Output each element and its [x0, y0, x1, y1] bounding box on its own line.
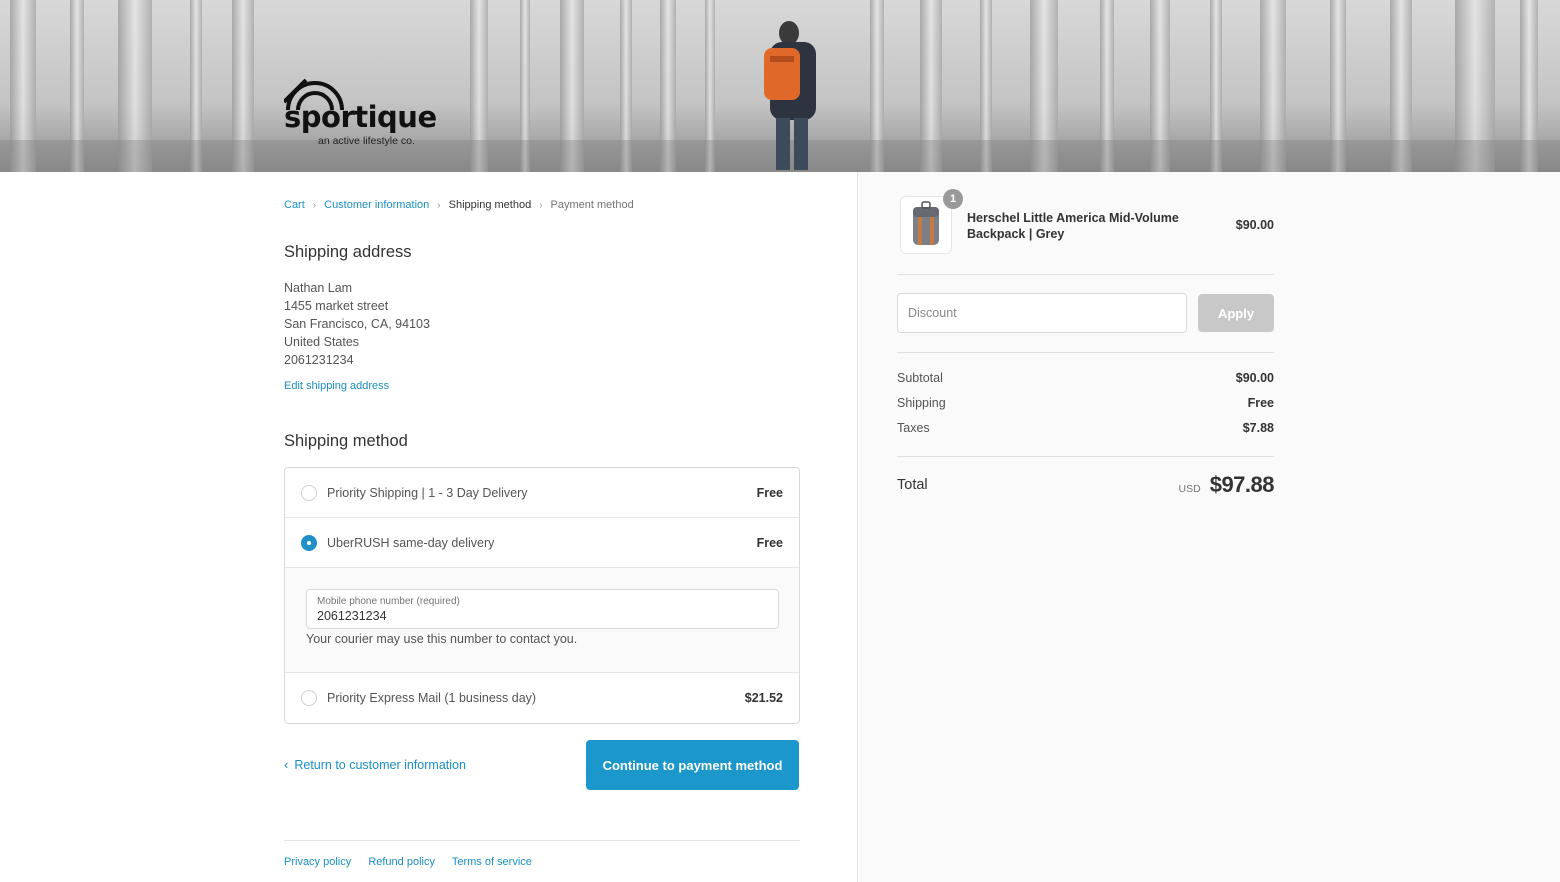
uberrush-phone-panel: Mobile phone number (required) 206123123…	[285, 568, 799, 673]
chevron-left-icon: ‹	[284, 757, 289, 772]
subtotal-row: Subtotal $90.00	[897, 371, 1274, 385]
footer-links: Privacy policy Refund policy Terms of se…	[284, 856, 546, 868]
chevron-right-icon: ›	[312, 200, 317, 211]
breadcrumb-cart[interactable]: Cart	[284, 199, 305, 211]
taxes-row: Taxes $7.88	[897, 421, 1274, 435]
discount-input[interactable]: Discount	[897, 293, 1187, 333]
shipping-method-title: Shipping method	[284, 432, 408, 450]
mobile-phone-label: Mobile phone number (required)	[317, 596, 460, 607]
chevron-right-icon: ›	[539, 200, 543, 211]
shipping-row: Shipping Free	[897, 396, 1274, 410]
taxes-label: Taxes	[897, 421, 930, 435]
terms-of-service-link[interactable]: Terms of service	[452, 856, 532, 868]
mobile-phone-input[interactable]: Mobile phone number (required) 206123123…	[306, 589, 779, 629]
product-name: Herschel Little America Mid-Volume Backp…	[967, 211, 1179, 241]
return-link-label: Return to customer information	[294, 758, 466, 772]
address-phone: 2061231234	[284, 353, 354, 367]
total-currency: USD	[1178, 483, 1201, 495]
radio-button[interactable]	[301, 484, 317, 501]
privacy-policy-link[interactable]: Privacy policy	[284, 856, 351, 868]
address-name: Nathan Lam	[284, 281, 353, 295]
total-label: Total	[897, 477, 928, 493]
logo-tagline: an active lifestyle co.	[318, 135, 415, 147]
shipping-option-label: Priority Shipping | 1 - 3 Day Delivery	[327, 485, 528, 500]
footer-divider	[284, 840, 800, 841]
shipping-option-label: Priority Express Mail (1 business day)	[327, 691, 537, 705]
shipping-address-block: Nathan Lam 1455 market street San Franci…	[284, 279, 430, 369]
shipping-option-express[interactable]: Priority Express Mail (1 business day) $…	[285, 673, 799, 723]
shipping-address-title: Shipping address	[284, 243, 412, 261]
subtotal-label: Subtotal	[897, 371, 943, 385]
total-amount: $97.88	[1209, 472, 1275, 497]
shipping-option-label: UberRUSH same-day delivery	[327, 535, 495, 550]
divider	[897, 274, 1274, 275]
shipping-option-price: Free	[756, 485, 783, 500]
return-to-customer-information-link[interactable]: ‹ Return to customer information	[284, 757, 466, 772]
radio-button[interactable]	[301, 690, 317, 706]
breadcrumb-payment-method: Payment method	[550, 199, 634, 211]
taxes-value: $7.88	[1242, 421, 1274, 435]
forest-banner-image	[0, 0, 1560, 172]
divider	[897, 352, 1274, 353]
divider	[897, 456, 1274, 457]
shipping-value: Free	[1247, 396, 1274, 410]
shipping-option-price: Free	[756, 535, 783, 550]
refund-policy-link[interactable]: Refund policy	[368, 856, 435, 868]
total-row: Total USD $97.88	[897, 472, 1275, 498]
shipping-option-price: $21.52	[744, 691, 783, 705]
shipping-option-priority[interactable]: Priority Shipping | 1 - 3 Day Delivery F…	[285, 468, 799, 518]
chevron-right-icon: ›	[437, 200, 441, 211]
edit-shipping-address-link[interactable]: Edit shipping address	[284, 380, 389, 392]
continue-to-payment-button[interactable]: Continue to payment method	[586, 740, 799, 790]
mobile-phone-help: Your courier may use this number to cont…	[306, 632, 578, 646]
shipping-option-uberrush[interactable]: UberRUSH same-day delivery Free	[285, 518, 799, 568]
product-quantity-badge: 1	[943, 189, 963, 209]
radio-button-selected[interactable]	[301, 534, 317, 551]
apply-discount-button[interactable]: Apply	[1198, 294, 1274, 332]
brand-logo[interactable]: sportique an active lifestyle co.	[284, 72, 437, 152]
order-summary-sidebar	[857, 172, 1560, 882]
shipping-label: Shipping	[897, 396, 946, 410]
breadcrumb-customer-information[interactable]: Customer information	[324, 199, 429, 211]
mobile-phone-value[interactable]: 2061231234	[317, 609, 768, 623]
subtotal-value: $90.00	[1235, 371, 1274, 385]
address-street: 1455 market street	[284, 299, 389, 313]
breadcrumb-shipping-method: Shipping method	[448, 199, 532, 211]
address-city: San Francisco, CA, 94103	[284, 317, 430, 331]
header-banner: sportique an active lifestyle co.	[0, 0, 1560, 172]
product-price: $90.00	[1235, 218, 1274, 232]
logo-wordmark: sportique	[284, 100, 437, 134]
backpack-icon	[913, 201, 939, 245]
shipping-method-list: Priority Shipping | 1 - 3 Day Delivery F…	[284, 467, 800, 724]
address-country: United States	[284, 335, 360, 349]
breadcrumb: Cart › Customer information › Shipping metho…	[284, 199, 634, 211]
